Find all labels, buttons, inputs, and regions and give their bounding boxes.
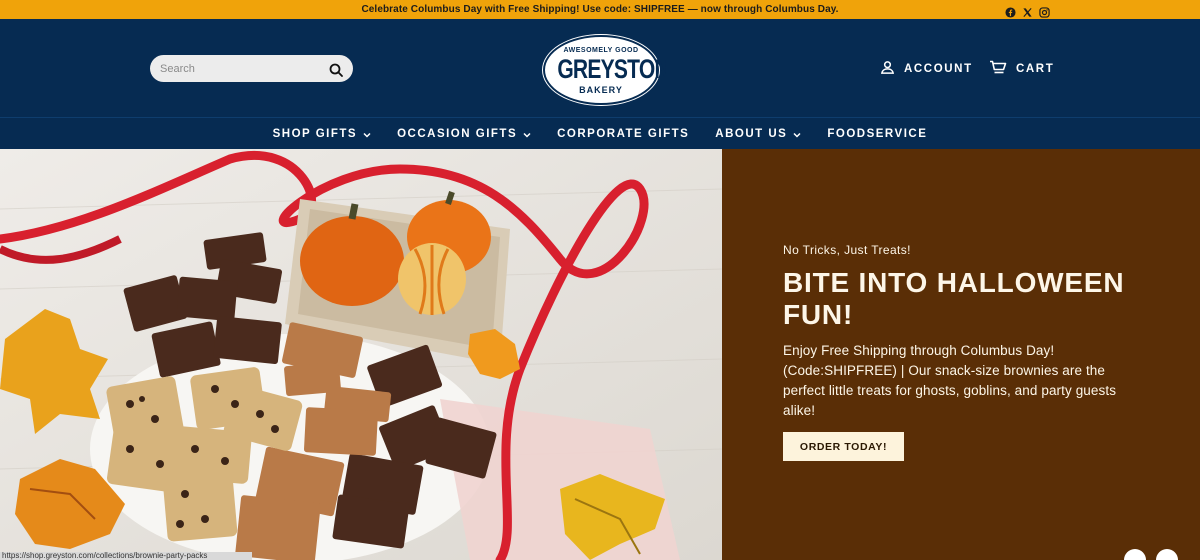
cart-label: CART [1016, 62, 1055, 75]
chevron-down-icon [523, 130, 531, 138]
slider-controls [1124, 549, 1178, 560]
search-icon[interactable] [329, 62, 343, 77]
social-links [1005, 3, 1050, 18]
main-nav: SHOP GIFTS OCCASION GIFTS CORPORATE GIFT… [0, 117, 1200, 149]
chevron-down-icon [363, 130, 371, 138]
search-input[interactable] [160, 62, 329, 75]
nav-foodservice[interactable]: FOODSERVICE [814, 118, 940, 150]
nav-about-us[interactable]: ABOUT US [702, 118, 814, 150]
account-icon [880, 60, 895, 78]
nav-corporate-gifts[interactable]: CORPORATE GIFTS [544, 118, 702, 150]
chevron-down-icon [793, 130, 801, 138]
announcement-bar: Celebrate Columbus Day with Free Shippin… [0, 0, 1200, 19]
hero-headline: BITE INTO HALLOWEEN FUN! [783, 267, 1125, 330]
nav-label: OCCASION GIFTS [397, 127, 518, 140]
nav-occasion-gifts[interactable]: OCCASION GIFTS [384, 118, 544, 150]
nav-label: ABOUT US [715, 127, 788, 140]
nav-shop-gifts[interactable]: SHOP GIFTS [260, 118, 384, 150]
logo-tagline: AWESOMELY GOOD [563, 47, 639, 54]
cart-link[interactable]: CART [989, 60, 1054, 77]
nav-label: CORPORATE GIFTS [557, 127, 690, 140]
nav-label: FOODSERVICE [827, 127, 928, 140]
brownies-pumpkins-illustration [0, 149, 722, 560]
facebook-icon[interactable] [1005, 3, 1016, 18]
site-header: AWESOMELY GOOD GREYSTON BAKERY ACCOUNT C… [0, 19, 1200, 117]
slide-dot[interactable] [1156, 549, 1178, 560]
hero-image [0, 149, 722, 560]
site-logo[interactable]: AWESOMELY GOOD GREYSTON BAKERY [543, 35, 670, 105]
slide-dot[interactable] [1124, 549, 1146, 560]
hero-copy: Enjoy Free Shipping through Columbus Day… [783, 343, 1117, 418]
logo-wordmark: GREYSTON [557, 54, 669, 84]
search-bar[interactable] [150, 55, 353, 82]
cart-icon [989, 60, 1007, 77]
announcement-text: Celebrate Columbus Day with Free Shippin… [361, 4, 839, 15]
account-link[interactable]: ACCOUNT [880, 60, 973, 78]
status-bar-url: https://shop.greyston.com/collections/br… [0, 552, 252, 560]
account-label: ACCOUNT [904, 63, 973, 75]
x-icon[interactable] [1022, 3, 1033, 17]
order-today-button[interactable]: ORDER TODAY! [783, 432, 904, 461]
hero-eyebrow: No Tricks, Just Treats! [783, 243, 911, 257]
logo-subtitle: BAKERY [579, 85, 623, 95]
hero-panel: No Tricks, Just Treats! BITE INTO HALLOW… [722, 149, 1200, 560]
nav-label: SHOP GIFTS [272, 127, 358, 140]
instagram-icon[interactable] [1039, 3, 1050, 18]
